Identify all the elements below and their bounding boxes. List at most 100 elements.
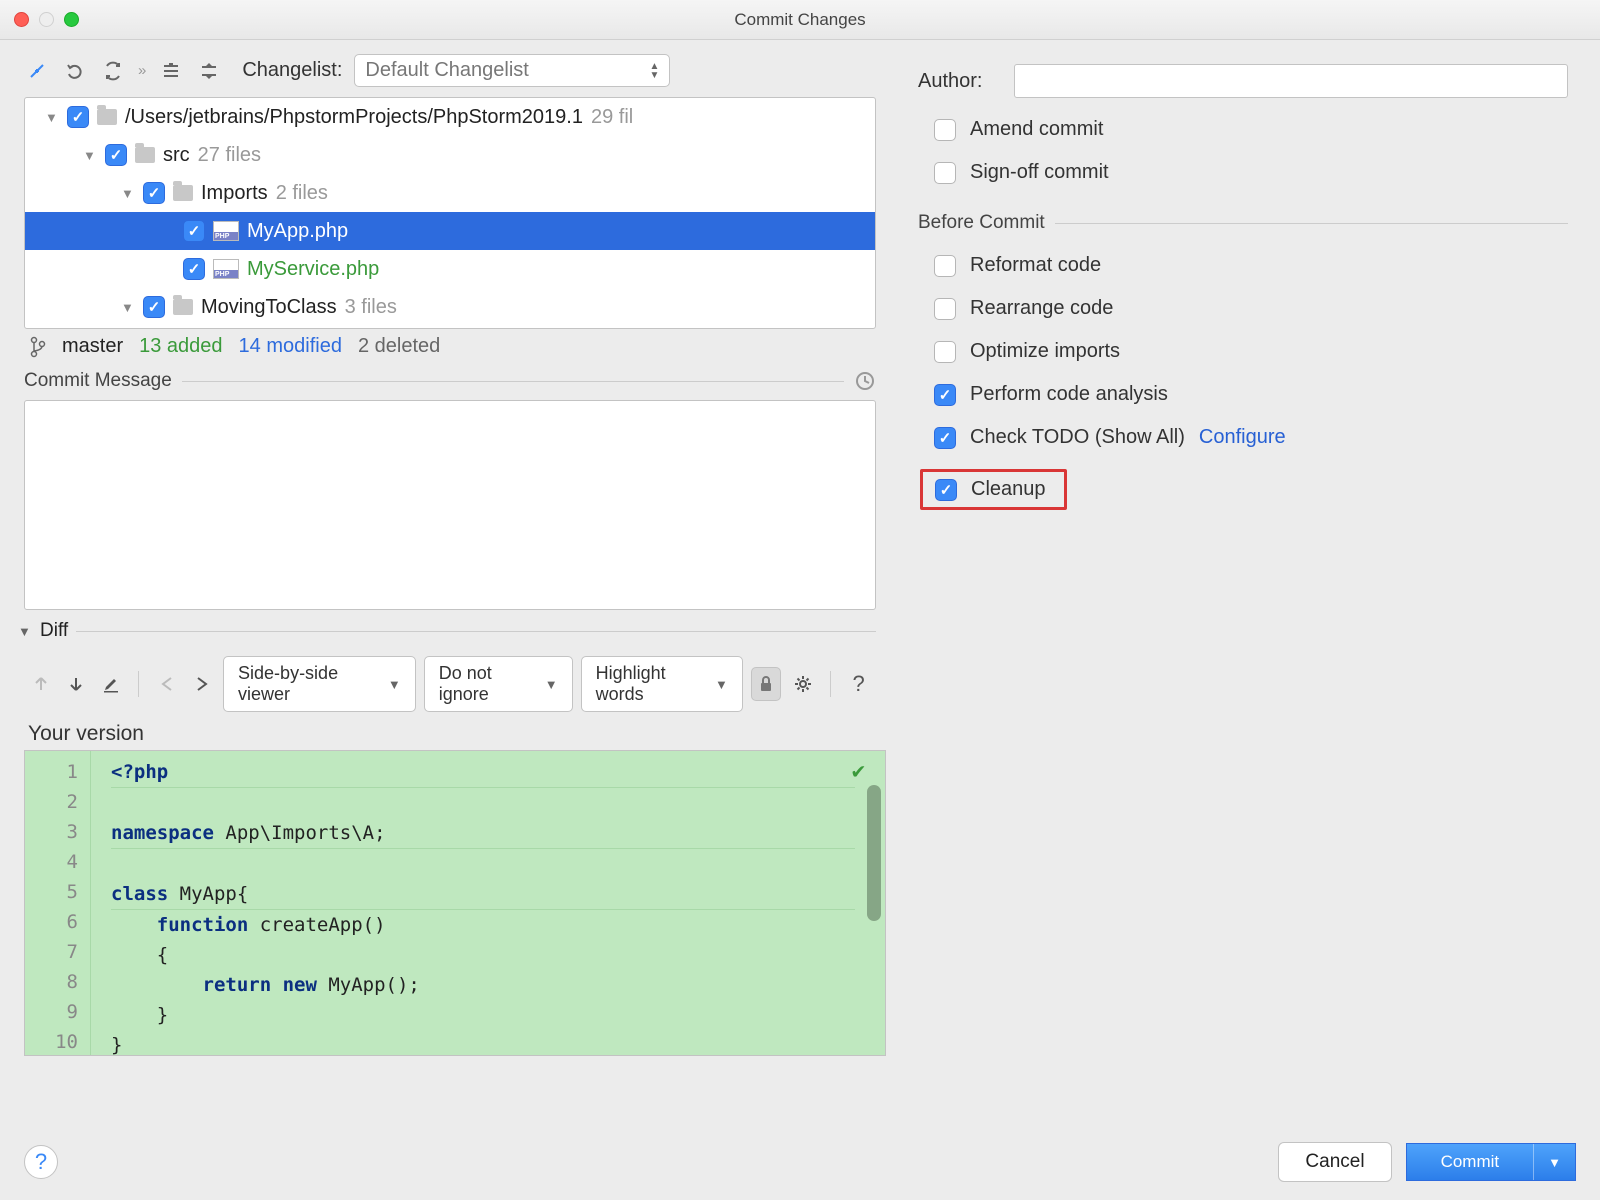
prev-diff-icon[interactable] (28, 669, 55, 699)
code-token: namespace (111, 822, 214, 844)
checkbox[interactable] (934, 298, 956, 320)
tree-imports-row[interactable]: ▼ Imports 2 files (25, 174, 875, 212)
tree-imports-label: Imports (201, 182, 268, 205)
disclosure-icon[interactable]: ▼ (18, 624, 32, 639)
checkbox[interactable] (934, 119, 956, 141)
disclosure-icon[interactable]: ▼ (45, 110, 59, 125)
author-label: Author: (918, 70, 998, 93)
checkbox[interactable] (183, 220, 205, 242)
folder-icon (173, 185, 193, 201)
commit-options-panel: Author: Amend commit Sign-off commit Bef… (900, 40, 1600, 1130)
configure-link[interactable]: Configure (1199, 426, 1286, 449)
disclosure-icon[interactable]: ▼ (121, 186, 135, 201)
status-check-icon: ✔ (852, 757, 865, 787)
edit-icon[interactable] (98, 669, 125, 699)
commit-button[interactable]: Commit ▼ (1406, 1143, 1576, 1181)
dialog-footer: ? Cancel Commit ▼ (0, 1130, 1600, 1200)
changelist-select[interactable]: Default Changelist ▲▼ (354, 54, 670, 87)
help-icon[interactable]: ? (845, 669, 872, 699)
analysis-row[interactable]: Perform code analysis (918, 383, 1568, 406)
checkbox[interactable] (934, 162, 956, 184)
checkbox[interactable] (143, 296, 165, 318)
window-controls (14, 12, 79, 27)
tree-moving-row[interactable]: ▼ MovingToClass 3 files (25, 288, 875, 326)
amend-label: Amend commit (970, 118, 1103, 141)
diff-title: Diff (40, 620, 68, 642)
refresh-icon[interactable] (100, 58, 126, 84)
readonly-lock-icon[interactable] (751, 667, 782, 701)
code-token: } (111, 1004, 168, 1026)
next-file-icon[interactable] (188, 669, 215, 699)
optimize-row[interactable]: Optimize imports (918, 340, 1568, 363)
code-token: <?php (111, 761, 168, 783)
view-mode-value: Side-by-side viewer (238, 663, 376, 705)
file-tree[interactable]: ▼ /Users/jetbrains/PhpstormProjects/PhpS… (24, 97, 876, 329)
signoff-commit-row[interactable]: Sign-off commit (918, 161, 1568, 184)
code-token: } (111, 1034, 122, 1056)
cancel-button[interactable]: Cancel (1278, 1142, 1391, 1182)
line-number: 4 (25, 847, 78, 877)
code-token: return new (111, 974, 317, 996)
code-diff-viewer[interactable]: 1 2 3 4 5 6 7 8 9 10 <?php namespace App… (24, 750, 886, 1056)
diff-section-header: ▼ Diff (0, 616, 900, 646)
scrollbar-thumb[interactable] (867, 785, 881, 921)
highlight-select[interactable]: Highlight words ▼ (581, 656, 743, 712)
tree-file-myapp-row[interactable]: MyApp.php (25, 212, 875, 250)
checkbox[interactable] (935, 479, 957, 501)
undo-icon[interactable] (62, 58, 88, 84)
checkbox[interactable] (105, 144, 127, 166)
checkbox[interactable] (934, 384, 956, 406)
prev-file-icon[interactable] (153, 669, 180, 699)
help-button[interactable]: ? (24, 1145, 58, 1179)
reformat-label: Reformat code (970, 254, 1101, 277)
disclosure-icon[interactable]: ▼ (121, 300, 135, 315)
tree-root-path: /Users/jetbrains/PhpstormProjects/PhpSto… (125, 106, 583, 129)
checkbox[interactable] (934, 427, 956, 449)
tree-moving-count: 3 files (345, 296, 397, 319)
checkbox[interactable] (143, 182, 165, 204)
zoom-window-button[interactable] (64, 12, 79, 27)
minimize-window-button[interactable] (39, 12, 54, 27)
expand-collapse-icon[interactable] (196, 58, 222, 84)
tree-file-myservice-row[interactable]: MyService.php (25, 250, 875, 288)
view-mode-select[interactable]: Side-by-side viewer ▼ (223, 656, 416, 712)
checkbox[interactable] (183, 258, 205, 280)
close-window-button[interactable] (14, 12, 29, 27)
ignore-value: Do not ignore (439, 663, 533, 705)
checkbox[interactable] (934, 341, 956, 363)
checkbox[interactable] (67, 106, 89, 128)
show-diff-icon[interactable] (24, 58, 50, 84)
code-token: createApp() (248, 914, 385, 936)
next-diff-icon[interactable] (63, 669, 90, 699)
status-added: 13 added (139, 335, 222, 358)
amend-commit-row[interactable]: Amend commit (918, 118, 1568, 141)
tree-root-row[interactable]: ▼ /Users/jetbrains/PhpstormProjects/PhpS… (25, 98, 875, 136)
author-input[interactable] (1014, 64, 1568, 98)
reformat-row[interactable]: Reformat code (918, 254, 1568, 277)
status-modified: 14 modified (239, 335, 342, 358)
settings-gear-icon[interactable] (789, 669, 816, 699)
line-number: 2 (25, 787, 78, 817)
tree-src-label: src (163, 144, 190, 167)
line-number: 10 (25, 1027, 78, 1057)
tree-root-count: 29 fil (591, 106, 633, 129)
commit-dropdown-arrow-icon[interactable]: ▼ (1534, 1144, 1575, 1180)
commit-message-title: Commit Message (24, 370, 172, 392)
code-content: <?php namespace App\Imports\A; class MyA… (91, 751, 885, 1055)
rearrange-row[interactable]: Rearrange code (918, 297, 1568, 320)
line-number: 3 (25, 817, 78, 847)
cleanup-row[interactable]: Cleanup (920, 469, 1067, 510)
toolbar-overflow-icon[interactable]: » (138, 62, 146, 79)
commit-message-input[interactable] (24, 400, 876, 610)
commit-button-label: Commit (1407, 1144, 1535, 1180)
group-icon[interactable] (158, 58, 184, 84)
ignore-select[interactable]: Do not ignore ▼ (424, 656, 573, 712)
history-icon[interactable] (854, 370, 876, 392)
todo-row[interactable]: Check TODO (Show All) Configure (918, 426, 1568, 449)
folder-icon (97, 109, 117, 125)
folder-icon (135, 147, 155, 163)
disclosure-icon[interactable]: ▼ (83, 148, 97, 163)
tree-src-row[interactable]: ▼ src 27 files (25, 136, 875, 174)
checkbox[interactable] (934, 255, 956, 277)
diff-toolbar: Side-by-side viewer ▼ Do not ignore ▼ Hi… (0, 646, 900, 722)
